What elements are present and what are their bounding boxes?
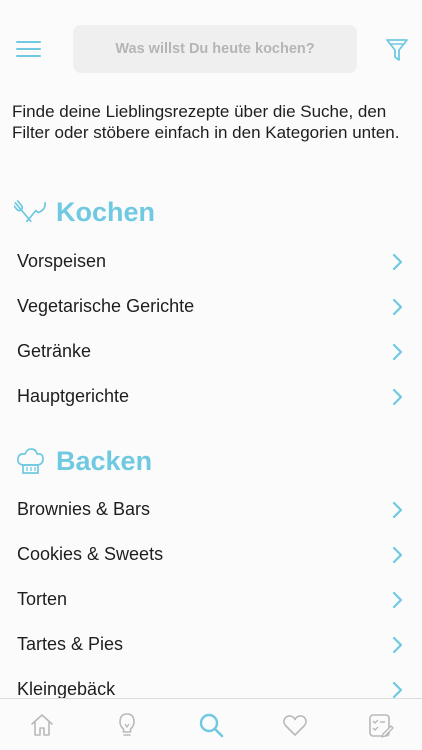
heart-icon: [283, 714, 308, 736]
category-item-vorspeisen[interactable]: Vorspeisen: [0, 239, 422, 284]
intro-text: Finde deine Lieblingsrezepte über die Su…: [12, 102, 400, 142]
category-item-torten[interactable]: Torten: [0, 577, 422, 622]
search-input[interactable]: [73, 25, 357, 73]
chevron-right-icon: [392, 501, 403, 518]
filter-icon: [386, 39, 408, 61]
hamburger-menu-icon: [16, 41, 41, 57]
category-label: Torten: [17, 589, 68, 609]
category-label: Cookies & Sweets: [17, 544, 164, 564]
chevron-right-icon: [392, 546, 403, 563]
chevron-right-icon: [392, 253, 403, 270]
chevron-right-icon: [392, 681, 403, 698]
tab-search[interactable]: [169, 699, 253, 750]
category-item-getraenke[interactable]: Getränke: [0, 329, 422, 374]
chevron-right-icon: [392, 591, 403, 608]
header: [0, 0, 422, 96]
category-item-brownies-bars[interactable]: Brownies & Bars: [0, 487, 422, 532]
menu-button[interactable]: [14, 36, 44, 62]
category-item-tartes-pies[interactable]: Tartes & Pies: [0, 622, 422, 667]
category-item-vegetarische-gerichte[interactable]: Vegetarische Gerichte: [0, 284, 422, 329]
category-label: Brownies & Bars: [17, 499, 151, 519]
utensils-icon: [14, 200, 46, 223]
chef-hat-icon: [17, 448, 44, 474]
section-title-kochen: Kochen: [14, 196, 155, 228]
tab-home[interactable]: [0, 699, 84, 750]
chevron-right-icon: [392, 298, 403, 315]
category-label: Tartes & Pies: [17, 634, 124, 654]
category-label: Kleingebäck: [17, 679, 116, 699]
category-item-cookies-sweets[interactable]: Cookies & Sweets: [0, 532, 422, 577]
chevron-right-icon: [392, 343, 403, 360]
chevron-right-icon: [392, 388, 403, 405]
category-label: Vorspeisen: [17, 251, 107, 271]
lightbulb-icon: [118, 712, 135, 736]
category-label: Hauptgerichte: [17, 386, 130, 406]
tab-shopping-list[interactable]: [338, 699, 422, 750]
category-item-hauptgerichte[interactable]: Hauptgerichte: [0, 374, 422, 419]
checklist-icon: [368, 713, 394, 738]
tab-favorites[interactable]: [253, 699, 337, 750]
category-label: Vegetarische Gerichte: [17, 296, 195, 316]
section-title-text: Backen: [56, 445, 153, 476]
section-title-backen: Backen: [14, 445, 152, 477]
category-list-backen: Brownies & Bars Cookies & Sweets Torten …: [0, 487, 422, 712]
category-list-kochen: Vorspeisen Vegetarische Gerichte Getränk…: [0, 239, 422, 419]
search-icon: [199, 713, 224, 737]
section-title-text: Kochen: [56, 196, 156, 227]
filter-button[interactable]: [383, 36, 411, 64]
chevron-right-icon: [392, 636, 403, 653]
tab-ideas[interactable]: [85, 699, 169, 750]
tab-bar: [0, 698, 422, 750]
search-box[interactable]: [73, 25, 357, 73]
home-icon: [31, 713, 53, 736]
category-label: Getränke: [17, 341, 92, 361]
